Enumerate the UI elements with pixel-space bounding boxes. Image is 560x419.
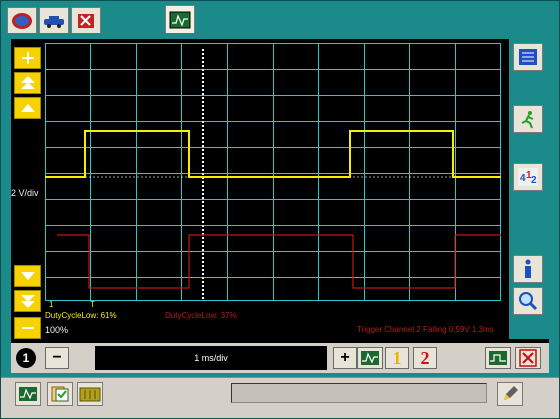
info-button[interactable] xyxy=(513,255,543,283)
zoom-out-button[interactable] xyxy=(14,317,41,339)
status-edit-button[interactable] xyxy=(497,382,523,406)
pencil-icon xyxy=(504,386,518,400)
double-up-arrow-icon xyxy=(20,76,35,89)
channel-1-button[interactable]: 1 xyxy=(385,347,409,369)
right-toolbar: 412 xyxy=(509,39,549,339)
duty-cycle-ch2: DutyCycleLow: 37% xyxy=(165,311,237,320)
minus-icon xyxy=(21,327,34,329)
scope-capture-icon xyxy=(489,351,507,365)
grid xyxy=(45,43,501,301)
run-button[interactable] xyxy=(513,105,543,133)
up-arrow-icon xyxy=(20,104,35,112)
zoom-button[interactable] xyxy=(513,287,543,315)
status-files-button[interactable] xyxy=(47,382,73,406)
close-icon xyxy=(519,349,537,367)
tab-scope[interactable] xyxy=(165,5,195,33)
channel-1-ground-marker: 1 xyxy=(49,300,54,309)
scope-wave-icon xyxy=(169,11,191,28)
scope-wave-icon xyxy=(19,387,37,401)
info-icon xyxy=(525,259,531,278)
svg-text:1: 1 xyxy=(23,351,30,365)
capture-button[interactable] xyxy=(485,347,511,369)
menu-button[interactable] xyxy=(513,43,543,71)
top-tab-strip xyxy=(5,5,557,33)
numbers-button[interactable]: 412 xyxy=(513,163,543,191)
duty-cycle-ch1: DutyCycleLow: 61% xyxy=(45,311,117,320)
waveform-plot xyxy=(45,43,501,301)
time-cursor-marker: T xyxy=(90,300,95,309)
runner-icon xyxy=(521,111,534,129)
down-arrow-icon xyxy=(20,272,35,280)
channel-2-button[interactable]: 2 xyxy=(413,347,437,369)
list-icon xyxy=(519,49,537,65)
tab-vehicle[interactable] xyxy=(7,7,37,33)
channel-1-badge-icon: 1 xyxy=(16,348,36,368)
magnifier-icon xyxy=(519,292,538,311)
offset-down-button[interactable] xyxy=(14,265,41,287)
timebase-decrease-button[interactable]: − xyxy=(45,347,69,369)
numbers-icon: 412 xyxy=(518,168,538,186)
car-icon xyxy=(44,15,64,28)
tools-icon xyxy=(78,13,94,28)
offset-up-fast-button[interactable] xyxy=(14,72,41,94)
status-scope-button[interactable] xyxy=(15,382,41,406)
car-badge-icon xyxy=(12,12,32,29)
channel-control-column: 2 V/div xyxy=(11,43,43,343)
svg-text:2: 2 xyxy=(531,175,537,186)
offset-up-button[interactable] xyxy=(14,97,41,119)
offset-down-fast-button[interactable] xyxy=(14,290,41,312)
zoom-level: 100% xyxy=(45,325,69,335)
timebase-display: 1 ms/div xyxy=(95,346,327,370)
waveform-mode-button[interactable] xyxy=(357,347,383,369)
close-scope-button[interactable] xyxy=(515,347,541,369)
tab-tools[interactable] xyxy=(71,7,101,33)
plus-icon xyxy=(21,52,34,64)
trigger-info: Trigger Channel 2 Falling 0.59V 1.3ms xyxy=(357,325,494,334)
channel-2-trace xyxy=(57,234,501,289)
scope-wave-icon xyxy=(361,351,379,365)
zoom-in-button[interactable] xyxy=(14,47,41,69)
files-icon xyxy=(51,386,69,402)
battery-icon xyxy=(79,387,101,402)
timebase-increase-button[interactable]: + xyxy=(333,347,357,369)
channel-indicator[interactable]: 1 xyxy=(13,347,39,369)
tab-car[interactable] xyxy=(39,7,69,33)
scope-app-window: 2 V/div 1 T DutyCycleLow: 61% DutyCycleL… xyxy=(0,0,560,419)
timebase-strip: 1 − 1 ms/div + 1 2 xyxy=(11,343,549,373)
double-down-arrow-icon xyxy=(20,295,35,308)
status-battery-button[interactable] xyxy=(77,382,103,406)
status-message-field xyxy=(231,383,487,403)
status-bar xyxy=(1,377,559,418)
